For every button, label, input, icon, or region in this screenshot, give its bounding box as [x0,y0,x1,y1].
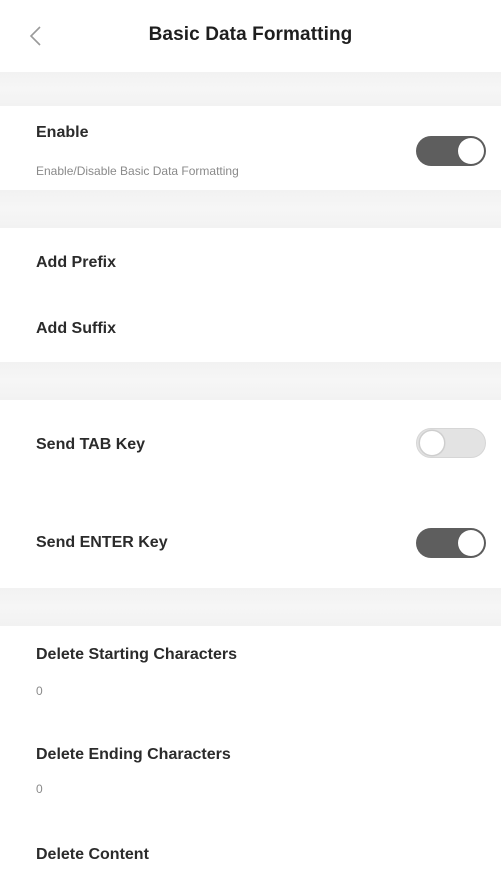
send-tab-row[interactable]: Send TAB Key [0,400,501,490]
section-divider [0,588,501,626]
delete-content-row[interactable]: Delete Content [0,818,501,876]
header-bar: Basic Data Formatting [0,0,501,72]
toggle-knob [458,530,484,556]
send-enter-row[interactable]: Send ENTER Key [0,490,501,588]
toggle-knob [458,138,484,164]
delete-content-title: Delete Content [36,846,149,863]
send-tab-toggle[interactable] [416,428,486,458]
add-prefix-row[interactable]: Add Prefix [0,228,501,294]
add-suffix-row[interactable]: Add Suffix [0,294,501,362]
delete-starting-value: 0 [36,684,43,698]
enable-subtitle: Enable/Disable Basic Data Formatting [36,164,239,178]
toggle-knob [419,430,445,456]
delete-ending-row[interactable]: Delete Ending Characters 0 [0,722,501,818]
enable-toggle[interactable] [416,136,486,166]
page-title: Basic Data Formatting [148,24,353,45]
delete-ending-value: 0 [36,782,43,796]
send-enter-toggle[interactable] [416,528,486,558]
enable-setting-row[interactable]: Enable Enable/Disable Basic Data Formatt… [0,106,501,190]
add-suffix-title: Add Suffix [36,320,116,337]
section-divider [0,190,501,228]
delete-starting-row[interactable]: Delete Starting Characters 0 [0,626,501,722]
delete-starting-title: Delete Starting Characters [36,646,237,663]
section-divider [0,362,501,400]
delete-ending-title: Delete Ending Characters [36,746,231,763]
send-enter-title: Send ENTER Key [36,534,168,551]
enable-title: Enable [36,124,89,141]
section-divider [0,72,501,106]
add-prefix-title: Add Prefix [36,254,117,271]
send-tab-title: Send TAB Key [36,436,146,453]
